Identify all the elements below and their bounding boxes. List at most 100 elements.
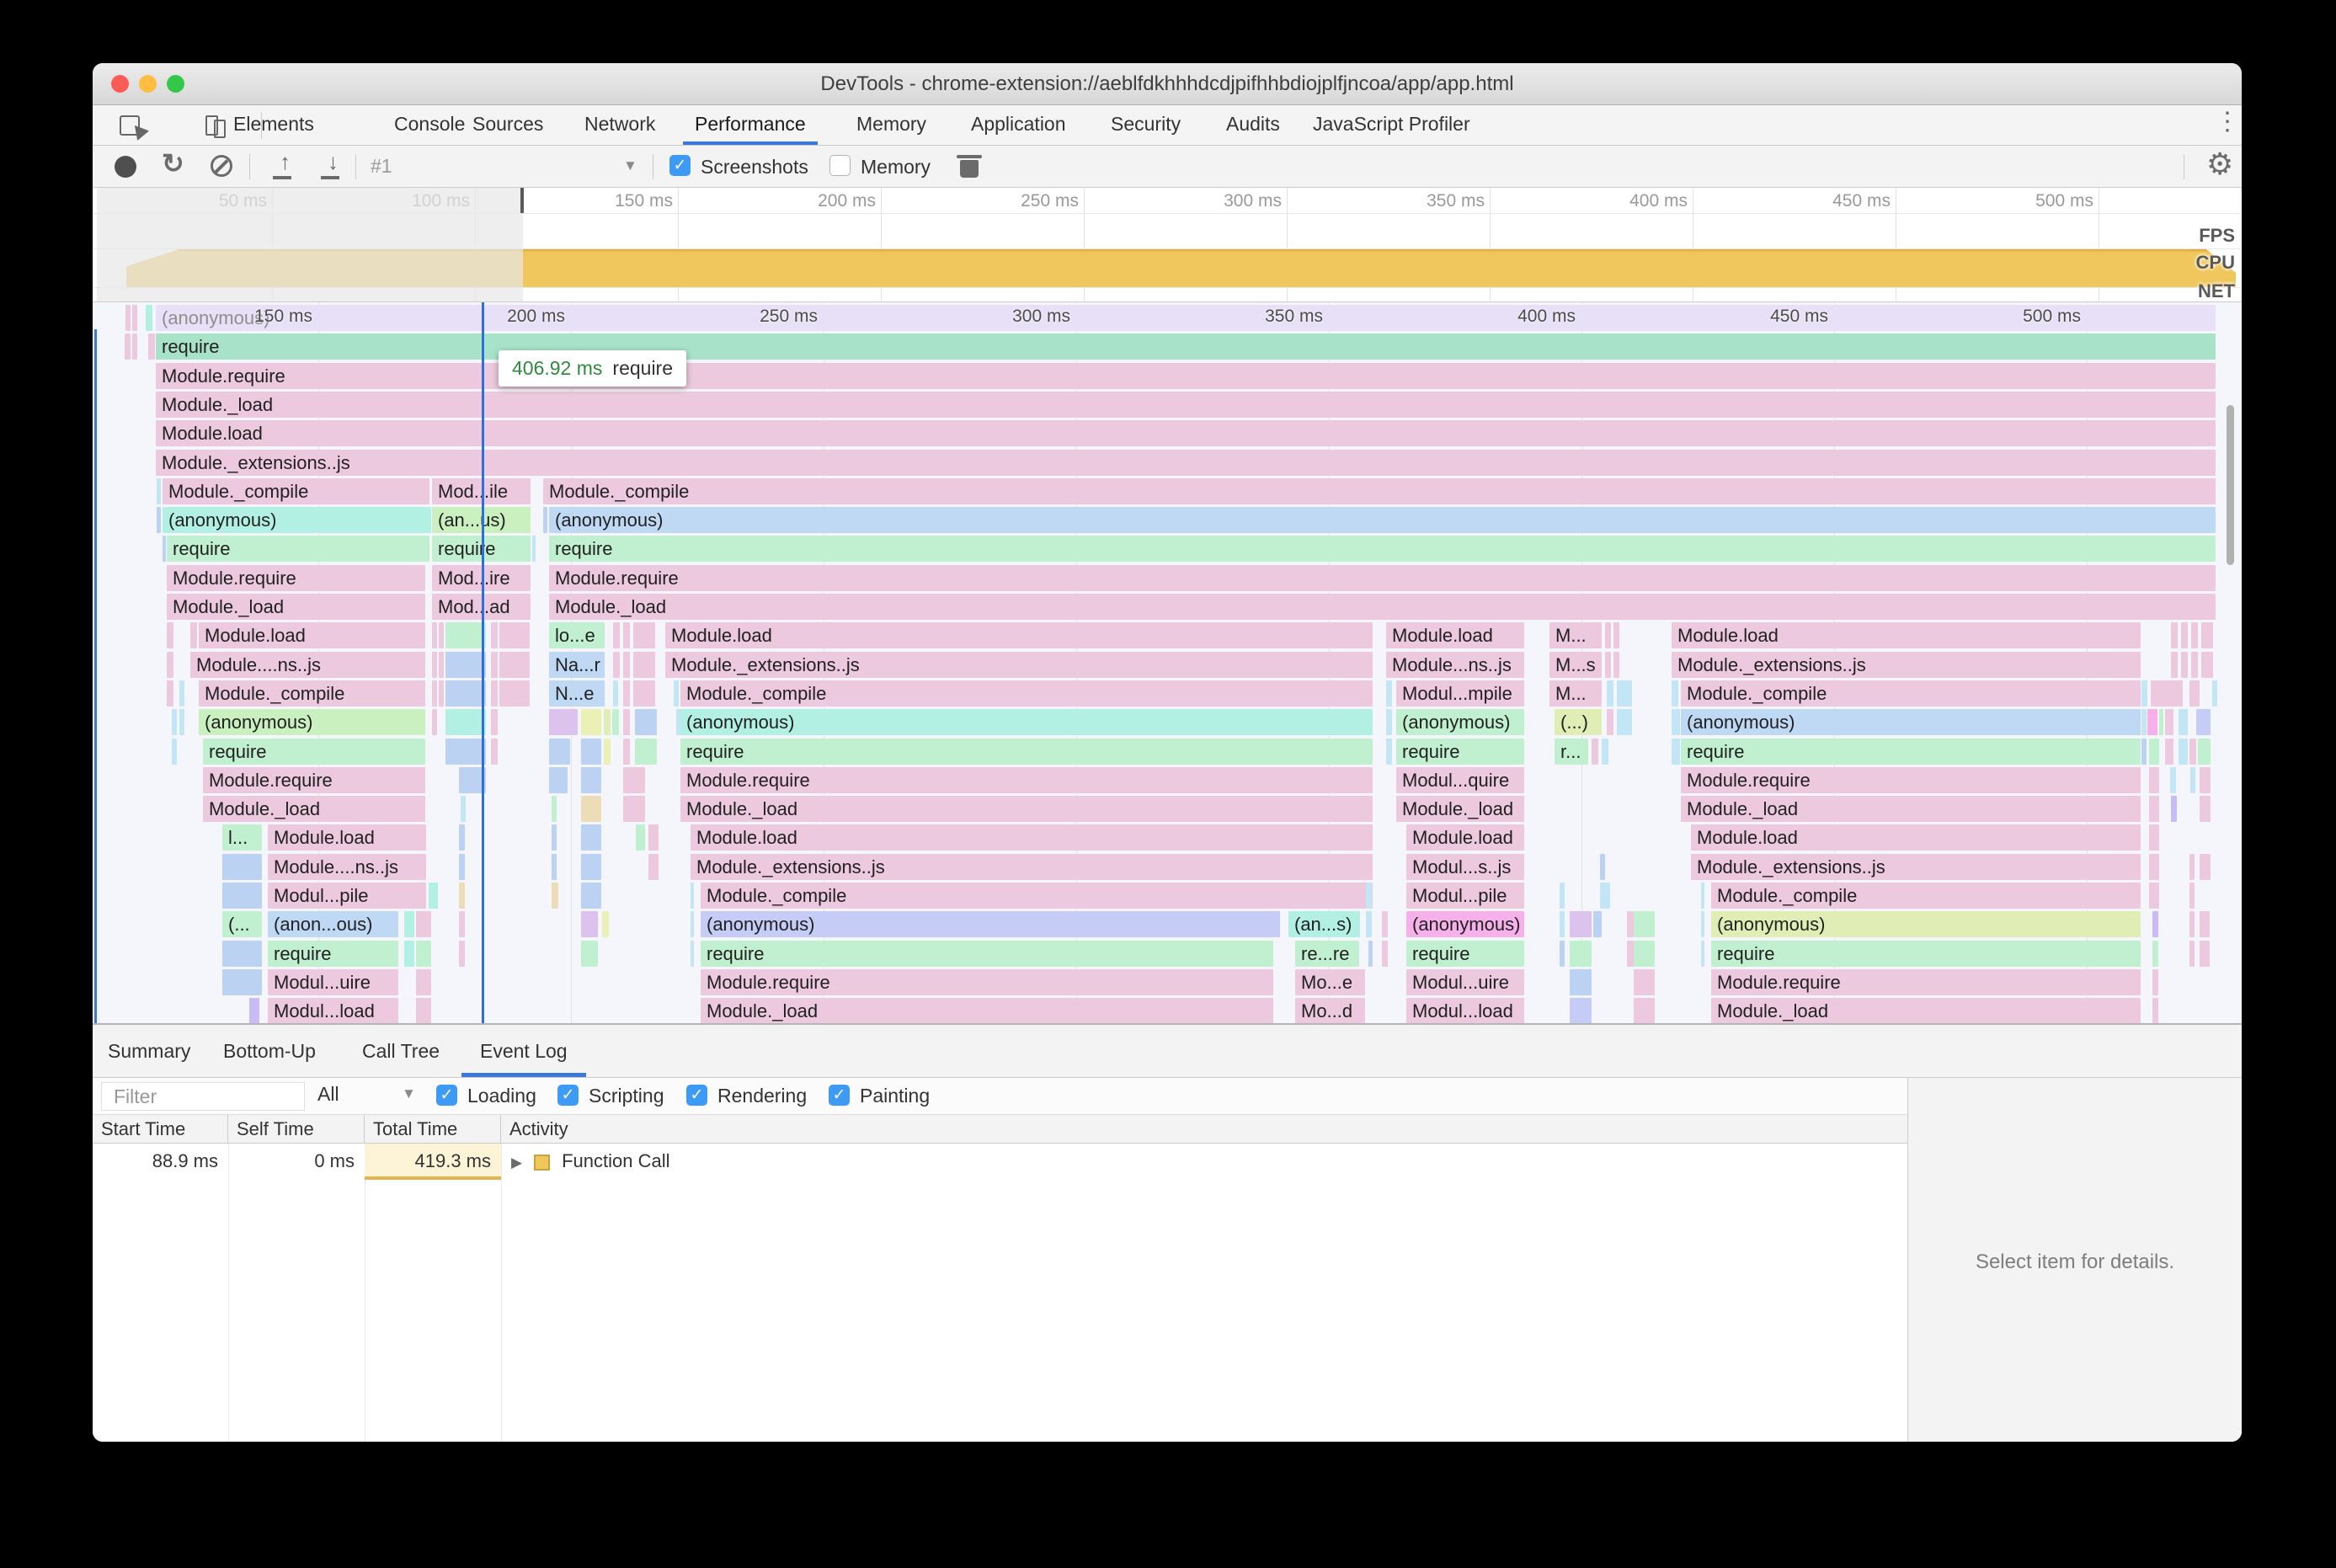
column-header-self-time[interactable]: Self Time [228, 1115, 365, 1144]
flame-event-require[interactable]: require [167, 536, 429, 563]
timeline-overview[interactable]: 50 ms100 ms150 ms200 ms250 ms300 ms350 m… [93, 188, 2242, 301]
flame-event--an-s-[interactable]: (an...s) [1288, 911, 1360, 938]
flame-event-sliver[interactable] [1634, 911, 1655, 938]
flame-event-sliver[interactable] [581, 709, 601, 736]
flame-event-sliver[interactable] [2165, 709, 2173, 736]
flame-event-sliver[interactable] [633, 651, 655, 678]
tab-network[interactable]: Network [584, 105, 655, 142]
flame-event-module-load[interactable]: Module._load [203, 796, 425, 823]
flame-event-sliver[interactable] [416, 911, 431, 938]
flame-event-sliver[interactable] [1602, 738, 1608, 765]
flame-event-sliver[interactable] [459, 883, 465, 909]
flame-event-module-extensions-js[interactable]: Module._extensions..js [156, 449, 2216, 476]
flame-event-m-[interactable]: M... [1549, 680, 1602, 707]
flame-event-sliver[interactable] [1560, 911, 1565, 938]
flame-event-sliver[interactable] [1593, 911, 1602, 938]
flame-event-sliver[interactable] [432, 680, 437, 707]
flame-event-modul-quire[interactable]: Modul...quire [1396, 766, 1524, 793]
flame-event-sliver[interactable] [146, 305, 152, 331]
flame-event-sliver[interactable] [2181, 651, 2188, 678]
recording-session-label[interactable]: #1 [371, 155, 392, 178]
flame-event-sliver[interactable] [2152, 998, 2158, 1023]
expand-row-icon[interactable]: ▶ [511, 1155, 522, 1171]
flame-event-sliver[interactable] [2200, 911, 2210, 938]
flame-event-require[interactable]: require [701, 940, 1273, 967]
flame-event--anonymous-[interactable]: (anonymous) [1711, 911, 2141, 938]
flame-event-sliver[interactable] [1592, 738, 1598, 765]
flame-event-sliver[interactable] [635, 709, 657, 736]
flame-event-sliver[interactable] [172, 709, 177, 736]
flame-event-sliver[interactable] [2189, 940, 2195, 967]
flame-event-sliver[interactable] [549, 709, 578, 736]
flame-event-module-load[interactable]: Module._load [1681, 796, 2141, 823]
flame-event-module-load[interactable]: Module._load [156, 391, 2216, 418]
flame-event-sliver[interactable] [461, 796, 466, 823]
flame-event-modul-mpile[interactable]: Modul...mpile [1396, 680, 1524, 707]
flame-event-sliver[interactable] [2212, 680, 2217, 707]
tab-summary[interactable]: Summary [108, 1025, 190, 1077]
flame-event-sliver[interactable] [2201, 651, 2213, 678]
flame-event-require[interactable]: require [1711, 940, 2141, 967]
flame-event-sliver[interactable] [2198, 738, 2211, 765]
loading-checkbox-label[interactable]: Loading [467, 1085, 536, 1107]
flame-event-module-compile[interactable]: Module._compile [680, 680, 1373, 707]
flame-event-require[interactable]: require [680, 738, 1373, 765]
flame-event-module-load[interactable]: Module.load [1386, 622, 1524, 649]
flame-event-sliver[interactable] [167, 680, 173, 707]
flame-event-sliver[interactable] [2189, 911, 2195, 938]
tab-performance[interactable]: Performance [683, 105, 818, 145]
flame-event-sliver[interactable] [1382, 911, 1388, 938]
flame-event-sliver[interactable] [543, 507, 547, 534]
flame-event-sliver[interactable] [2141, 709, 2147, 736]
flame-event-sliver[interactable] [691, 911, 694, 938]
flame-event-require[interactable]: require [549, 536, 2216, 563]
flame-event-module-ns-js[interactable]: Module...ns..js [1386, 651, 1524, 678]
flame-event-require[interactable]: require [1396, 738, 1524, 765]
flame-event-sliver[interactable] [623, 738, 630, 765]
flame-event-sliver[interactable] [1672, 709, 1680, 736]
flame-chart[interactable]: (anonymous) require Module.require Module._… [93, 301, 2242, 1023]
tab-javascript-profiler[interactable]: JavaScript Profiler [1313, 105, 1470, 142]
flame-event-module-load[interactable]: Module._load [549, 594, 2216, 620]
flame-event-sliver[interactable] [125, 305, 131, 331]
flame-event-sliver[interactable] [2171, 651, 2178, 678]
flame-event-module-load[interactable]: Module.load [156, 420, 2216, 447]
flame-event-sliver[interactable] [623, 622, 630, 649]
flame-event-module-require[interactable]: Module.require [701, 968, 1273, 995]
flame-event-sliver[interactable] [1366, 911, 1372, 938]
flame-event-sliver[interactable] [2179, 738, 2188, 765]
flame-event-sliver[interactable] [190, 622, 197, 649]
flame-event-mo-e[interactable]: Mo...e [1295, 968, 1365, 995]
flame-event-module-require[interactable]: Module.require [1711, 968, 2141, 995]
flame-event-sliver[interactable] [499, 622, 530, 649]
flame-event-module-load[interactable]: Module.load [1691, 824, 2141, 851]
flame-event-module-extensions-js[interactable]: Module._extensions..js [665, 651, 1373, 678]
flame-event-sliver[interactable] [1570, 998, 1592, 1023]
flame-event-sliver[interactable] [623, 680, 630, 707]
reload-and-profile-icon[interactable]: ↻ [162, 147, 184, 179]
flame-event--anonymous-[interactable]: (anonymous) [199, 709, 425, 736]
flame-event-sliver[interactable] [581, 796, 601, 823]
flame-event-module-load[interactable]: Module.load [1672, 622, 2141, 649]
flame-event-sliver[interactable] [222, 940, 262, 967]
flame-event-sliver[interactable] [2200, 796, 2211, 823]
flame-event-module-require[interactable]: Module.require [203, 766, 425, 793]
flame-event-sliver[interactable] [2196, 709, 2211, 736]
flame-event-sliver[interactable] [2189, 738, 2196, 765]
garbage-collect-icon[interactable] [957, 155, 982, 158]
save-profile-icon[interactable]: ↓ [328, 151, 339, 173]
flame-event-sliver[interactable] [167, 651, 173, 678]
record-button[interactable] [115, 156, 136, 178]
flame-event-sliver[interactable] [404, 940, 414, 967]
flame-event-sliver[interactable] [172, 738, 177, 765]
flame-event-sliver[interactable] [416, 940, 431, 967]
flame-event-sliver[interactable] [148, 333, 155, 360]
flame-event-sliver[interactable] [604, 738, 611, 765]
flame-event-sliver[interactable] [1600, 883, 1610, 909]
flame-event-sliver[interactable] [552, 853, 557, 880]
flame-event-modul-pile[interactable]: Modul...pile [1406, 883, 1524, 909]
flame-event-sliver[interactable] [2190, 766, 2195, 793]
flame-event-sliver[interactable] [604, 709, 611, 736]
flame-event--anonymous-[interactable]: (anonymous) [163, 507, 429, 534]
flame-event-module-compile[interactable]: Module._compile [163, 477, 429, 504]
